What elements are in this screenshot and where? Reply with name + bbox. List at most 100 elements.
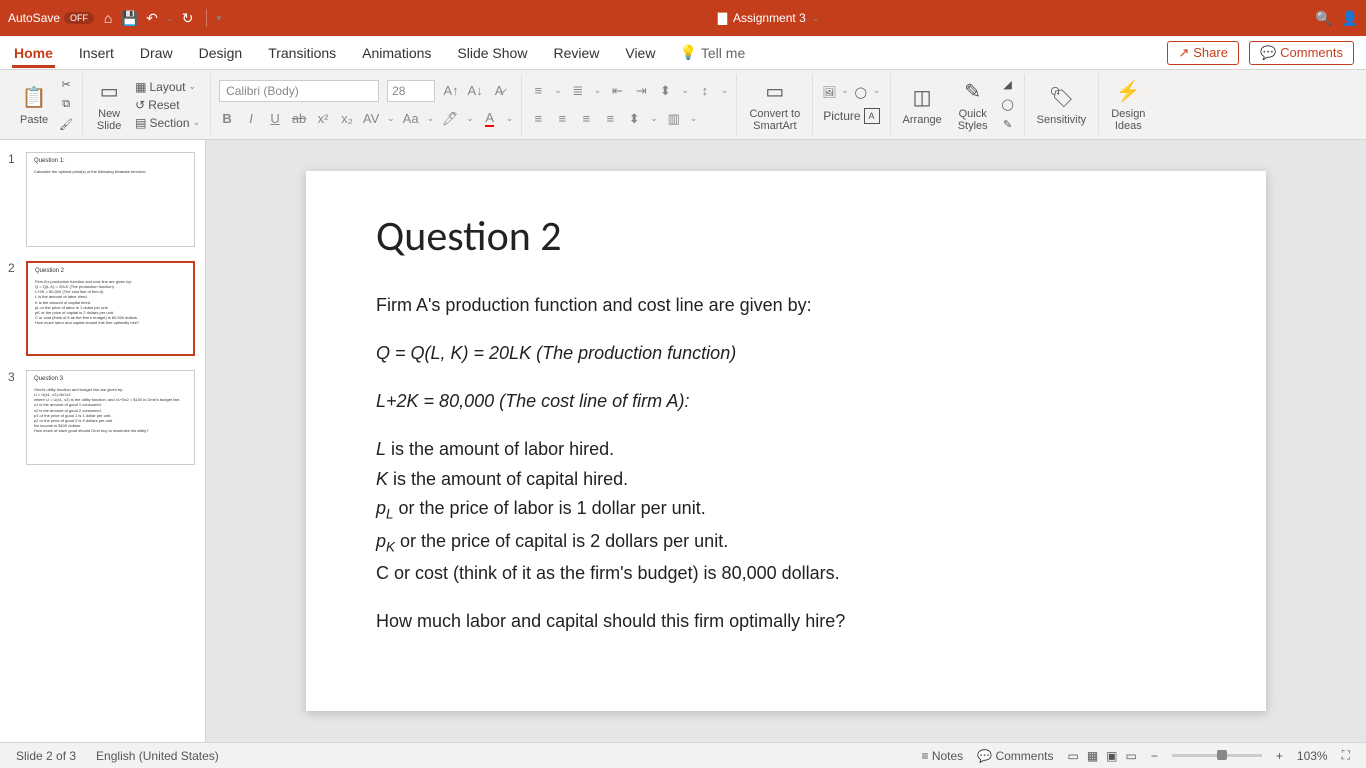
increase-font-icon[interactable]: A↑	[443, 83, 459, 99]
tab-home[interactable]: Home	[12, 39, 55, 67]
superscript-icon[interactable]: x²	[315, 111, 331, 127]
slide-text-line: L is the amount of labor hired.	[376, 436, 1196, 464]
search-icon[interactable]: 🔍	[1316, 10, 1332, 26]
tab-transitions[interactable]: Transitions	[266, 39, 338, 67]
slide-sorter-icon[interactable]: ▦	[1087, 749, 1098, 763]
bullets-icon[interactable]: ≡	[530, 83, 546, 99]
shape-effects-icon[interactable]: ✎	[1000, 117, 1016, 133]
reading-view-icon[interactable]: ▣	[1106, 749, 1117, 763]
align-right-icon[interactable]: ≡	[578, 111, 594, 127]
slide[interactable]: Question 2 Firm A's production function …	[306, 171, 1266, 711]
picture-button[interactable]: PictureA	[821, 107, 881, 125]
slideshow-view-icon[interactable]: ▭	[1126, 749, 1137, 763]
tab-animations[interactable]: Animations	[360, 39, 433, 67]
slide-text-line: Q = Q(L, K) = 20LK (The production funct…	[376, 340, 1196, 368]
subscript-icon[interactable]: x₂	[339, 111, 355, 127]
thumb-num: 3	[8, 370, 20, 465]
doc-title[interactable]: Assignment 3	[733, 11, 806, 25]
statusbar-comments-button[interactable]: 💬 Comments	[977, 749, 1053, 763]
italic-icon[interactable]: I	[243, 111, 259, 127]
tab-slideshow[interactable]: Slide Show	[455, 39, 529, 67]
sensitivity-label: Sensitivity	[1037, 114, 1087, 126]
zoom-slider-thumb[interactable]	[1217, 750, 1227, 760]
fit-to-window-icon[interactable]: ⛶	[1342, 748, 1350, 763]
shape-outline-icon[interactable]: ◯	[1000, 97, 1016, 113]
arrange-button[interactable]: ◫ Arrange	[899, 82, 946, 128]
bold-icon[interactable]: B	[219, 111, 235, 127]
share-button[interactable]: ↗ Share	[1167, 41, 1239, 65]
paste-button[interactable]: 📋 Paste	[16, 82, 52, 128]
align-text-icon[interactable]: ⬍	[626, 111, 642, 127]
account-icon[interactable]: 👤	[1342, 10, 1358, 26]
thumbnail-panel[interactable]: 1 Question 1: Calculate the optimal poin…	[0, 140, 206, 742]
undo-icon[interactable]: ↶	[144, 10, 160, 26]
font-name-select[interactable]	[219, 80, 379, 102]
text-direction-icon[interactable]: ↕	[697, 83, 713, 99]
change-case-icon[interactable]: Aa	[403, 111, 419, 127]
clear-format-icon[interactable]: A̷	[491, 83, 507, 99]
cut-icon[interactable]: ✂	[58, 77, 74, 93]
copy-icon[interactable]: ⧉	[58, 97, 74, 113]
decrease-indent-icon[interactable]: ⇤	[609, 83, 625, 99]
slide-text-line: pL or the price of labor is 1 dollar per…	[376, 495, 1196, 526]
tab-view[interactable]: View	[623, 39, 657, 67]
zoom-in-button[interactable]: +	[1276, 749, 1283, 763]
slide-body[interactable]: Firm A's production function and cost li…	[376, 292, 1196, 636]
slide-canvas-area[interactable]: Question 2 Firm A's production function …	[206, 140, 1366, 742]
quick-styles-button[interactable]: ✎ Quick Styles	[954, 76, 992, 134]
tab-design[interactable]: Design	[197, 39, 245, 67]
autosave-toggle[interactable]: AutoSave OFF	[8, 11, 94, 25]
language-indicator[interactable]: English (United States)	[96, 749, 219, 763]
tab-review[interactable]: Review	[551, 39, 601, 67]
format-painter-icon[interactable]: 🖌	[58, 117, 74, 133]
zoom-slider[interactable]	[1172, 754, 1262, 757]
shapes-icon[interactable]: ◯	[853, 85, 869, 101]
design-ideas-button[interactable]: ⚡ Design Ideas	[1107, 76, 1149, 134]
ribbon-tabs: Home Insert Draw Design Transitions Anim…	[0, 36, 1366, 70]
normal-view-icon[interactable]: ▭	[1067, 749, 1078, 763]
slide-title[interactable]: Question 2	[376, 211, 1196, 262]
redo-icon[interactable]: ↻	[180, 10, 196, 26]
slide-counter[interactable]: Slide 2 of 3	[16, 749, 76, 763]
tab-draw[interactable]: Draw	[138, 39, 175, 67]
doc-title-area: ▇ Assignment 3 ⌄	[221, 11, 1316, 25]
align-left-icon[interactable]: ≡	[530, 111, 546, 127]
increase-indent-icon[interactable]: ⇥	[633, 83, 649, 99]
thumb-num: 2	[8, 261, 20, 356]
reset-label: Reset	[148, 98, 179, 112]
home-icon[interactable]: ⌂	[100, 10, 116, 26]
font-color-icon[interactable]: A	[482, 111, 498, 127]
justify-icon[interactable]: ≡	[602, 111, 618, 127]
thumbnail-slide-1[interactable]: 1 Question 1: Calculate the optimal poin…	[0, 148, 205, 257]
new-slide-button[interactable]: ▭ New Slide	[91, 76, 127, 134]
doc-title-dropdown-icon[interactable]: ⌄	[812, 13, 820, 24]
strike-icon[interactable]: ab	[291, 111, 307, 127]
save-icon[interactable]: 💾	[122, 10, 138, 26]
char-spacing-icon[interactable]: AV	[363, 111, 379, 127]
comments-button[interactable]: 💬 Comments	[1249, 41, 1354, 65]
tellme[interactable]: 💡 Tell me	[679, 44, 745, 61]
slide-text-line: C or cost (think of it as the firm's bud…	[376, 560, 1196, 588]
picture-insert-icon[interactable]: 🖼	[821, 85, 837, 101]
align-center-icon[interactable]: ≡	[554, 111, 570, 127]
columns-icon[interactable]: ▥	[666, 111, 682, 127]
section-button[interactable]: ▤Section⌄	[133, 115, 202, 131]
zoom-out-button[interactable]: −	[1151, 749, 1158, 763]
font-size-select[interactable]	[387, 80, 435, 102]
highlight-icon[interactable]: 🖊	[442, 111, 458, 127]
numbering-icon[interactable]: ≣	[570, 83, 586, 99]
tab-insert[interactable]: Insert	[77, 39, 116, 67]
notes-button[interactable]: ≡ Notes	[921, 749, 963, 763]
shape-fill-icon[interactable]: ◢	[1000, 77, 1016, 93]
layout-button[interactable]: ▦Layout⌄	[133, 79, 202, 95]
underline-icon[interactable]: U	[267, 111, 283, 127]
line-spacing-icon[interactable]: ⬍	[657, 83, 673, 99]
undo-dropdown-icon[interactable]: ⌄	[166, 13, 174, 24]
decrease-font-icon[interactable]: A↓	[467, 83, 483, 99]
reset-button[interactable]: ↺Reset	[133, 97, 202, 113]
zoom-level[interactable]: 103%	[1297, 749, 1328, 763]
thumbnail-slide-2[interactable]: 2 Question 2 Firm A's production functio…	[0, 257, 205, 366]
thumbnail-slide-3[interactable]: 3 Question 3 Omri's utility function and…	[0, 366, 205, 475]
convert-smartart-button[interactable]: ▭ Convert to SmartArt	[745, 76, 804, 134]
sensitivity-button[interactable]: 🏷 Sensitivity	[1033, 82, 1091, 128]
